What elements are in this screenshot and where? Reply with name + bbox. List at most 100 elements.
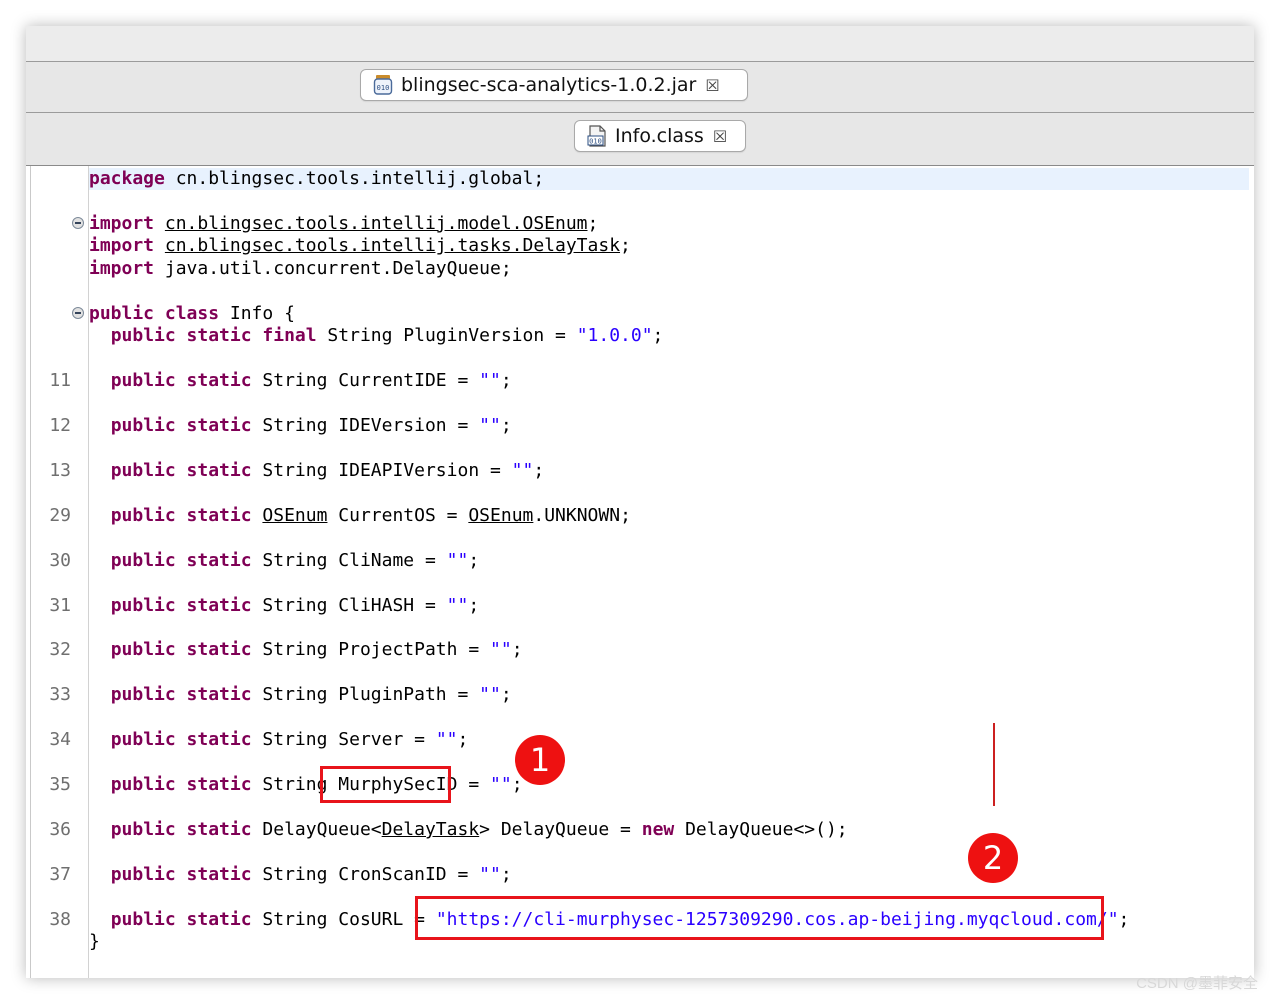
code-keyword: public static [110, 414, 252, 436]
code-keyword: new [641, 819, 675, 841]
code-line: import cn.blingsec.tools.intellij.tasks.… [31, 235, 1231, 257]
code-line: 12 public static String IDEVersion = ""; [31, 415, 1231, 437]
code-string: "" [490, 774, 512, 796]
code-keyword: public static [110, 594, 252, 616]
code-text: package cn.blingsec.tools.intellij.globa… [89, 168, 544, 190]
code-keyword: public static [110, 504, 252, 526]
tab-jar-file[interactable]: 010 blingsec-sca-analytics-1.0.2.jar ☒ [360, 69, 748, 101]
code-token: ; [533, 459, 545, 481]
code-token: java.util.concurrent.DelayQueue; [154, 257, 512, 279]
code-string: "" [446, 549, 469, 571]
svg-text:010: 010 [377, 84, 390, 92]
code-token: ; [587, 212, 599, 234]
code-line: 33 public static String PluginPath = ""; [31, 684, 1231, 706]
code-token: String PluginVersion = [316, 325, 577, 347]
line-number: 31 [49, 594, 71, 616]
line-number: 34 [49, 729, 71, 751]
code-text: import cn.blingsec.tools.intellij.tasks.… [89, 235, 631, 257]
code-token: String PluginPath = [251, 684, 480, 706]
code-line: 29 public static OSEnum CurrentOS = OSEn… [31, 505, 1231, 527]
code-token: ; [500, 370, 512, 392]
code-token: .UNKNOWN; [533, 504, 631, 526]
code-string: "" [490, 639, 512, 661]
code-string: "1.0.0" [576, 325, 653, 347]
code-line: 37 public static String CronScanID = ""; [31, 864, 1231, 886]
code-token: String CronScanID = [251, 863, 480, 885]
close-icon[interactable]: ☒ [713, 127, 727, 146]
code-keyword: public static [110, 819, 252, 841]
code-text: public static String CurrentIDE = ""; [89, 370, 512, 392]
code-type-reference: DelayTask [381, 819, 480, 841]
code-text: public static String CliHASH = ""; [89, 594, 480, 617]
code-token: ; [468, 549, 480, 571]
code-line: public static final String PluginVersion… [31, 325, 1231, 347]
code-token: String ProjectPath = [251, 639, 490, 661]
code-keyword: public static [110, 639, 252, 661]
line-number: 33 [49, 684, 71, 706]
code-keyword: public static final [110, 325, 317, 347]
code-token: String Server = [251, 729, 436, 751]
code-line: 36 public static DelayQueue<DelayTask> D… [31, 819, 1231, 841]
line-number: 12 [49, 414, 71, 436]
highlight-box-cosurl [415, 896, 1104, 940]
code-text: public static String CronScanID = ""; [89, 864, 512, 886]
code-token: ; [500, 414, 512, 436]
code-text: public static DelayQueue<DelayTask> Dela… [89, 819, 848, 841]
code-keyword: public static [110, 774, 252, 796]
code-string: "" [479, 684, 501, 706]
code-token: String CurrentIDE = [251, 370, 480, 392]
line-number: 37 [49, 863, 71, 885]
code-token: String CliName = [251, 549, 447, 571]
code-line: package cn.blingsec.tools.intellij.globa… [31, 168, 1231, 190]
code-editor[interactable]: package cn.blingsec.tools.intellij.globa… [30, 166, 1251, 978]
code-line: 35 public static String MurphySecID = ""… [31, 774, 1231, 796]
line-number: 11 [49, 370, 71, 392]
window-top-area [26, 26, 1254, 62]
code-keyword: import [89, 235, 155, 257]
code-keyword: import [89, 212, 155, 234]
code-text: public static String PluginPath = ""; [89, 684, 512, 706]
fold-collapse-icon[interactable] [72, 306, 84, 319]
jar-file-icon: 010 [373, 74, 393, 96]
code-text: public static String IDEVersion = ""; [89, 415, 512, 437]
class-file-icon: 010 [587, 125, 607, 147]
code-keyword: public static [110, 370, 252, 392]
code-line: 11 public static String CurrentIDE = ""; [31, 370, 1231, 392]
tab-info-class[interactable]: 010 Info.class ☒ [574, 120, 746, 152]
annotation-badge-1: 1 [515, 735, 565, 785]
fold-collapse-icon[interactable] [72, 216, 84, 229]
code-string: "" [435, 729, 458, 751]
code-text: public static String MurphySecID = ""; [89, 774, 523, 796]
code-text: import java.util.concurrent.DelayQueue; [89, 258, 512, 280]
code-token: CurrentOS = [327, 504, 469, 526]
code-text: public class Info { [89, 303, 295, 325]
code-text: public static final String PluginVersion… [89, 325, 664, 347]
code-string: "" [479, 414, 501, 436]
code-text: import cn.blingsec.tools.intellij.model.… [89, 213, 598, 235]
close-icon[interactable]: ☒ [705, 76, 719, 95]
code-token: ; [457, 729, 469, 751]
jar-tab-bar: 010 blingsec-sca-analytics-1.0.2.jar ☒ [26, 61, 1254, 113]
svg-text:010: 010 [589, 138, 602, 146]
line-number: 13 [49, 459, 71, 481]
code-string: "" [511, 459, 534, 481]
highlight-box-murphysecid [320, 766, 451, 803]
